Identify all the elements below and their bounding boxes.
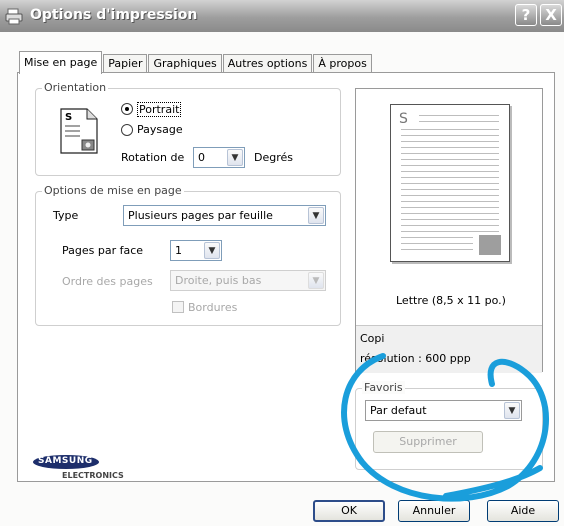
page-order-label: Ordre des pages <box>62 275 153 288</box>
portrait-radio[interactable] <box>121 103 133 115</box>
favorites-legend: Favoris <box>362 381 405 394</box>
paysage-label[interactable]: Paysage <box>137 123 183 136</box>
paper-size-label: Lettre (8,5 x 11 po.) <box>396 294 506 307</box>
tab-a-propos[interactable]: À propos <box>313 54 372 74</box>
help-title-button[interactable]: ? <box>515 4 537 26</box>
print-options-window: Options d'impression ? X Mise en page Pa… <box>0 0 564 526</box>
delete-favorite-button[interactable]: Supprimer <box>373 431 483 453</box>
favorites-value: Par defaut <box>370 404 427 417</box>
portrait-page-icon: S <box>60 108 98 154</box>
samsung-name: SAMSUNG <box>38 456 93 466</box>
type-select[interactable]: Plusieurs pages par feuille ▼ <box>123 205 326 226</box>
title-bar[interactable]: Options d'impression ? X <box>0 0 564 32</box>
page-order-value: Droite, puis bas <box>175 274 262 287</box>
svg-text:S: S <box>65 112 72 123</box>
layout-options-legend: Options de mise en page <box>42 184 184 197</box>
tab-mise-en-page[interactable]: Mise en page <box>19 51 103 74</box>
pages-per-side-select[interactable]: 1 ▼ <box>170 240 222 261</box>
type-label: Type <box>53 209 79 222</box>
paysage-radio[interactable] <box>121 124 133 136</box>
copies-label: Copi <box>360 332 385 345</box>
rotation-label: Rotation de <box>121 151 185 164</box>
tab-graphiques[interactable]: Graphiques <box>148 54 222 74</box>
tab-autres-options[interactable]: Autres options <box>222 54 313 74</box>
cancel-button[interactable]: Annuler <box>398 500 470 522</box>
resolution-label: résolution : 600 ppp <box>360 352 471 365</box>
window-title: Options d'impression <box>30 7 198 23</box>
type-value: Plusieurs pages par feuille <box>128 209 273 222</box>
chevron-down-icon[interactable]: ▼ <box>308 207 324 224</box>
pages-per-side-label: Pages par face <box>62 244 144 257</box>
portrait-label[interactable]: Portrait <box>137 102 182 117</box>
help-button[interactable]: Aide <box>487 500 559 522</box>
chevron-down-icon[interactable]: ▼ <box>204 242 220 259</box>
chevron-down-icon[interactable]: ▼ <box>504 402 520 419</box>
ok-button[interactable]: OK <box>313 500 385 522</box>
samsung-logo: SAMSUNG <box>33 455 99 469</box>
samsung-sub: ELECTRONICS <box>62 471 124 480</box>
borders-label: Bordures <box>188 301 238 314</box>
orientation-legend: Orientation <box>42 81 109 94</box>
close-title-button[interactable]: X <box>540 4 562 26</box>
pages-per-side-value: 1 <box>175 244 182 257</box>
chevron-down-icon[interactable]: ▼ <box>308 272 324 289</box>
rotation-select[interactable]: 0 ▼ <box>193 147 245 168</box>
rotation-value: 0 <box>198 151 205 164</box>
rotation-unit: Degrés <box>254 151 293 164</box>
preview-paper: S <box>390 104 510 262</box>
paper-letter: S <box>399 111 408 127</box>
borders-checkbox[interactable] <box>172 301 184 313</box>
printer-icon <box>5 8 23 25</box>
favorites-select[interactable]: Par defaut ▼ <box>365 400 522 421</box>
tab-strip: Mise en page Papier Graphiques Autres op… <box>19 51 373 74</box>
chevron-down-icon[interactable]: ▼ <box>227 149 243 166</box>
paper-image-block <box>479 235 501 255</box>
page-order-select[interactable]: Droite, puis bas ▼ <box>170 270 326 291</box>
tab-papier[interactable]: Papier <box>103 54 148 74</box>
